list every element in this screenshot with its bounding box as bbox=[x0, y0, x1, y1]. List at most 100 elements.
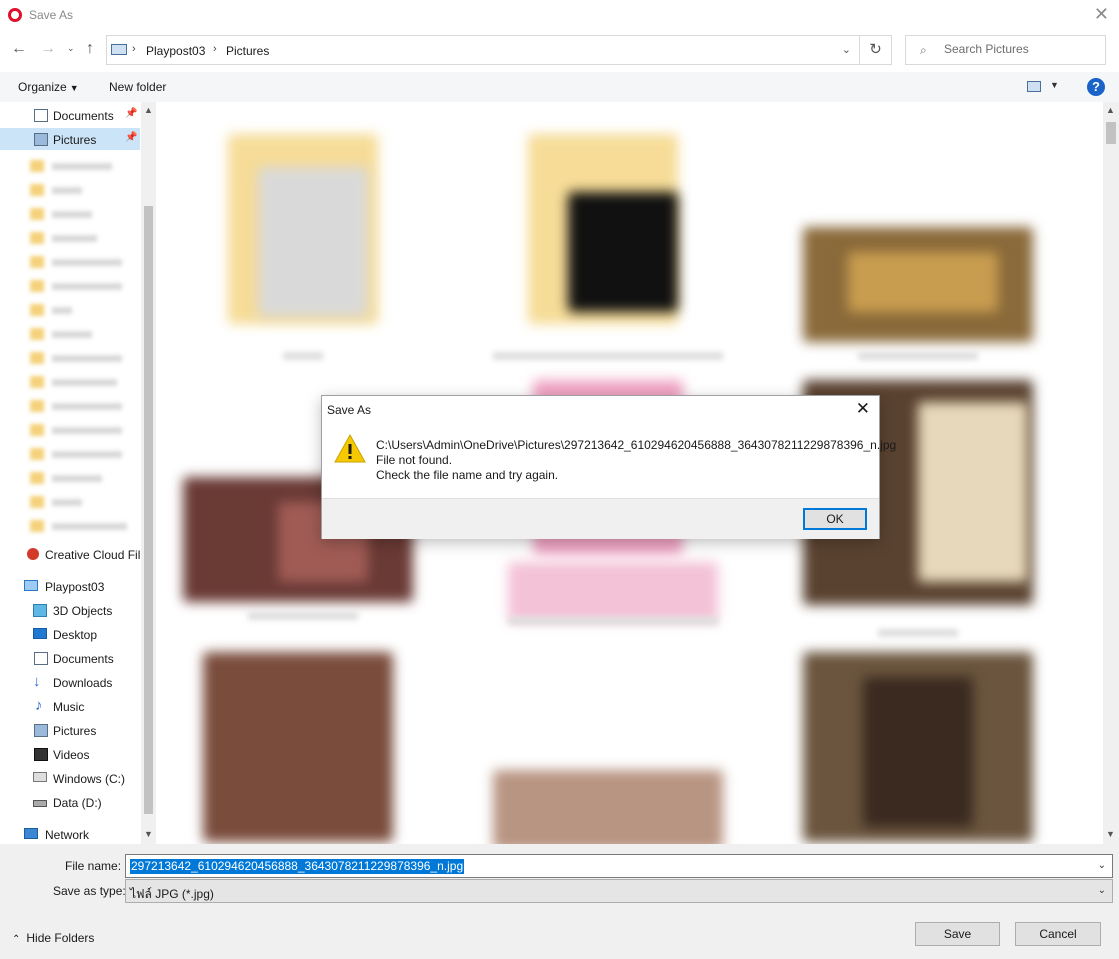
sidebar-item-label: Desktop bbox=[53, 628, 98, 642]
sidebar-item-label: Documents bbox=[53, 109, 114, 123]
caret-down-icon: ▼ bbox=[69, 83, 79, 93]
image-thumbnail[interactable] bbox=[508, 562, 718, 622]
pin-icon[interactable]: 📌 bbox=[125, 108, 137, 119]
pictures-icon bbox=[34, 133, 48, 146]
pin-icon[interactable]: 📌 bbox=[125, 132, 137, 143]
sidebar-item-windows-c[interactable]: Windows (C:) bbox=[0, 767, 140, 789]
thumbnail-label bbox=[508, 617, 718, 625]
film-icon bbox=[34, 748, 48, 761]
save-button[interactable]: Save bbox=[915, 922, 1000, 946]
address-dropdown-chevron-icon[interactable]: ⌄ bbox=[842, 43, 851, 56]
image-thumbnail[interactable] bbox=[863, 677, 973, 827]
thumbnail-label bbox=[283, 352, 323, 360]
save-type-value: ไฟล์ JPG (*.jpg) bbox=[130, 887, 214, 901]
blurred-folder-row bbox=[30, 322, 138, 346]
scrollbar-thumb[interactable] bbox=[1106, 122, 1116, 144]
save-options-panel: File name: 297213642_610294620456888_364… bbox=[0, 844, 1119, 959]
search-icon: ⌕ bbox=[920, 43, 927, 57]
close-window-icon[interactable]: ✕ bbox=[1094, 4, 1109, 25]
sidebar-item-downloads[interactable]: ↓ Downloads bbox=[0, 671, 140, 693]
error-dialog: Save As ✕ C:\Users\Admin\OneDrive\Pictur… bbox=[321, 395, 896, 539]
sidebar-item-music[interactable]: ♪ Music bbox=[0, 695, 140, 717]
blurred-folder-row bbox=[30, 490, 138, 514]
file-name-field[interactable]: 297213642_610294620456888_36430782112298… bbox=[125, 854, 1113, 878]
desktop-icon bbox=[33, 628, 47, 639]
image-thumbnail[interactable] bbox=[203, 652, 393, 842]
save-type-label: Save as type: bbox=[53, 884, 126, 898]
organize-button[interactable]: Organize ▼ bbox=[18, 80, 79, 94]
cancel-button[interactable]: Cancel bbox=[1015, 922, 1101, 946]
sidebar-item-playpost03[interactable]: Playpost03 bbox=[0, 575, 140, 597]
document-icon bbox=[34, 652, 48, 665]
save-type-dropdown-chevron-icon[interactable]: ⌄ bbox=[1098, 885, 1106, 896]
image-thumbnail[interactable] bbox=[568, 192, 678, 312]
drive-icon bbox=[33, 800, 47, 807]
creative-cloud-icon bbox=[27, 548, 39, 560]
forward-arrow-icon[interactable]: → bbox=[40, 40, 56, 58]
address-row: ← → ⌄ ↑ › Playpost03 › Pictures ⌄ ↻ ⌕ bbox=[0, 34, 1119, 66]
computer-icon bbox=[24, 580, 38, 591]
navigation-scrollbar[interactable]: ▲ ▼ bbox=[141, 102, 156, 844]
refresh-button[interactable]: ↻ bbox=[860, 35, 892, 65]
new-folder-button[interactable]: New folder bbox=[109, 80, 166, 94]
blurred-folder-list bbox=[30, 154, 138, 534]
hide-folders-label: Hide Folders bbox=[26, 931, 95, 945]
file-name-value[interactable]: 297213642_610294620456888_36430782112298… bbox=[130, 859, 465, 874]
blurred-folder-row bbox=[30, 274, 138, 298]
sidebar-item-videos[interactable]: Videos bbox=[0, 743, 140, 765]
view-options-caret-icon[interactable]: ▼ bbox=[1050, 80, 1059, 90]
scroll-up-icon[interactable]: ▲ bbox=[144, 105, 153, 115]
scroll-down-icon[interactable]: ▼ bbox=[1106, 829, 1115, 839]
image-thumbnail[interactable] bbox=[848, 252, 998, 312]
recent-locations-chevron-icon[interactable]: ⌄ bbox=[67, 43, 75, 54]
thumbnail-label bbox=[248, 612, 358, 620]
file-name-label: File name: bbox=[65, 859, 122, 873]
sidebar-item-network[interactable]: Network bbox=[0, 823, 140, 844]
save-type-select[interactable]: ไฟล์ JPG (*.jpg) ⌄ bbox=[125, 879, 1113, 903]
address-bar[interactable]: › Playpost03 › Pictures ⌄ bbox=[106, 35, 860, 65]
blurred-folder-row bbox=[30, 394, 138, 418]
file-pane-scrollbar[interactable]: ▲ ▼ bbox=[1103, 102, 1119, 844]
image-thumbnail[interactable] bbox=[493, 770, 723, 844]
hide-folders-button[interactable]: ⌃ Hide Folders bbox=[12, 931, 94, 945]
search-input[interactable] bbox=[944, 42, 1094, 56]
image-thumbnail[interactable] bbox=[258, 167, 368, 317]
back-arrow-icon[interactable]: ← bbox=[11, 40, 27, 58]
music-note-icon: ♪ bbox=[35, 697, 43, 714]
dialog-close-icon[interactable]: ✕ bbox=[856, 399, 870, 419]
sidebar-item-desktop[interactable]: Desktop bbox=[0, 623, 140, 645]
sidebar-item-label: Pictures bbox=[53, 133, 97, 147]
blurred-folder-row bbox=[30, 298, 138, 322]
ok-button[interactable]: OK bbox=[803, 508, 867, 530]
scroll-up-icon[interactable]: ▲ bbox=[1106, 105, 1115, 115]
thumbnail-label bbox=[858, 352, 978, 360]
sidebar-item-creative-cloud[interactable]: Creative Cloud Fil bbox=[0, 543, 140, 565]
file-name-dropdown-chevron-icon[interactable]: ⌄ bbox=[1098, 860, 1106, 871]
command-toolbar: Organize ▼ New folder ▼ ? bbox=[0, 72, 1119, 102]
breadcrumb-separator-icon[interactable]: › bbox=[213, 43, 217, 55]
up-arrow-icon[interactable]: ↑ bbox=[86, 40, 94, 58]
sidebar-item-3d-objects[interactable]: 3D Objects bbox=[0, 599, 140, 621]
thumbnail-label bbox=[493, 352, 723, 360]
help-icon[interactable]: ? bbox=[1087, 78, 1105, 96]
sidebar-item-pictures-quick[interactable]: Pictures 📌 bbox=[0, 128, 140, 150]
sidebar-item-data-d[interactable]: Data (D:) bbox=[0, 791, 140, 813]
breadcrumb-pictures[interactable]: Pictures bbox=[226, 44, 269, 58]
search-box[interactable]: ⌕ bbox=[905, 35, 1106, 65]
sidebar-item-label: Data (D:) bbox=[53, 796, 102, 810]
sidebar-item-label: Playpost03 bbox=[45, 580, 105, 594]
view-options-icon[interactable] bbox=[1027, 81, 1041, 92]
scrollbar-thumb[interactable] bbox=[144, 206, 153, 814]
sidebar-item-documents[interactable]: Documents bbox=[0, 647, 140, 669]
blurred-folder-row bbox=[30, 202, 138, 226]
title-bar: Save As ✕ bbox=[0, 0, 1119, 30]
breadcrumb-playpost03[interactable]: Playpost03 bbox=[146, 44, 205, 58]
scroll-down-icon[interactable]: ▼ bbox=[144, 829, 153, 839]
organize-label: Organize bbox=[18, 80, 67, 94]
sidebar-item-label: Creative Cloud Fil bbox=[45, 548, 141, 562]
sidebar-item-pictures[interactable]: Pictures bbox=[0, 719, 140, 741]
blurred-folder-row bbox=[30, 346, 138, 370]
image-thumbnail[interactable] bbox=[918, 402, 1028, 582]
breadcrumb-separator-icon[interactable]: › bbox=[132, 43, 136, 55]
sidebar-item-documents-quick[interactable]: Documents 📌 bbox=[0, 104, 140, 126]
